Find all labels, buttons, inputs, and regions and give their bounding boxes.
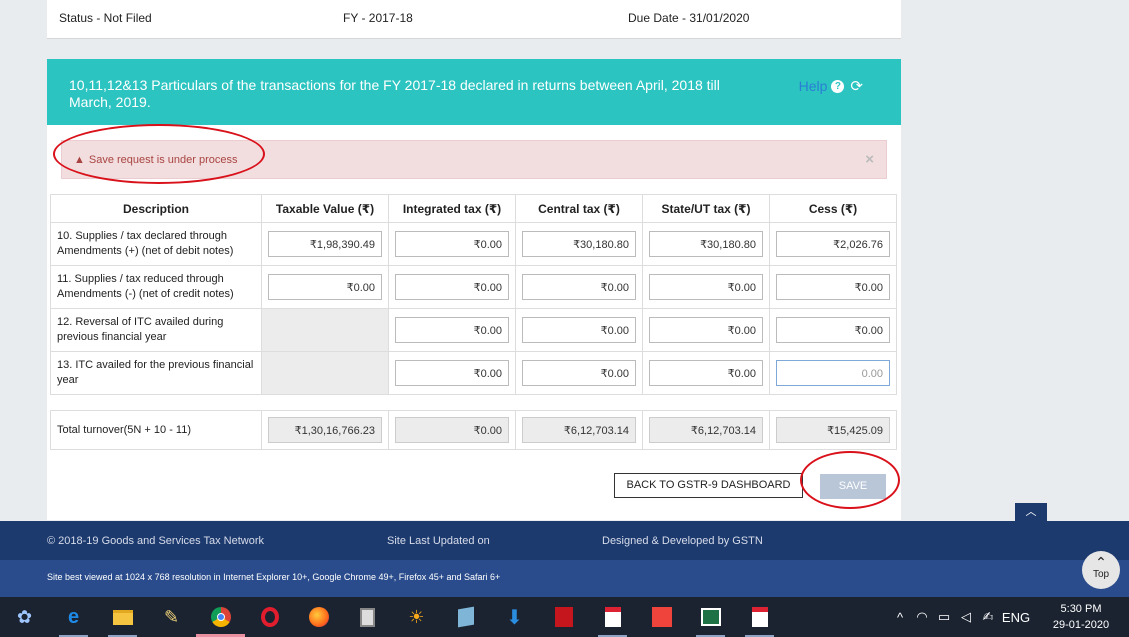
download-icon[interactable]: ⬇ [490, 597, 539, 637]
total-taxable-value: ₹1,30,16,766.23 [268, 417, 382, 443]
transactions-table: Description Taxable Value (₹) Integrated… [50, 194, 897, 395]
col-integrated-tax: Integrated tax (₹) [388, 194, 516, 223]
col-cess: Cess (₹) [769, 194, 897, 223]
pen-icon[interactable]: ✍ [977, 609, 999, 625]
col-state-tax: State/UT tax (₹) [642, 194, 770, 223]
col-taxable-value: Taxable Value (₹) [261, 194, 389, 223]
back-to-top-button[interactable]: ⌃ Top [1082, 551, 1120, 589]
transactions-panel: 10,11,12&13 Particulars of the transacti… [47, 59, 901, 520]
integrated-tax-input[interactable]: ₹0.00 [395, 274, 509, 300]
file-explorer-icon[interactable] [98, 597, 147, 637]
question-circle-icon[interactable]: ? [831, 79, 845, 93]
status-label: Status - Not Filed [59, 11, 152, 25]
taxable-value-input[interactable]: ₹1,98,390.49 [268, 231, 382, 257]
state-tax-input[interactable]: ₹0.00 [649, 317, 763, 343]
state-tax-input[interactable]: ₹0.00 [649, 360, 763, 386]
col-central-tax: Central tax (₹) [515, 194, 643, 223]
total-turnover-table: Total turnover(5N + 10 - 11) ₹1,30,16,76… [50, 410, 897, 450]
state-tax-input[interactable]: ₹30,180.80 [649, 231, 763, 257]
row-description: 13. ITC availed for the previous financi… [50, 351, 262, 395]
site-updated-text: Site Last Updated on [387, 535, 490, 547]
taxable-value-input[interactable]: ₹0.00 [268, 274, 382, 300]
paint-icon[interactable]: ✎ [147, 597, 196, 637]
top-label[interactable]: Top [1082, 570, 1120, 580]
table-row: 13. ITC availed for the previous financi… [50, 351, 897, 395]
central-tax-input[interactable]: ₹30,180.80 [522, 231, 636, 257]
calculator-icon[interactable] [343, 597, 392, 637]
chevron-up-icon[interactable]: ^ [889, 610, 911, 625]
integrated-tax-input[interactable]: ₹0.00 [395, 360, 509, 386]
total-cess: ₹15,425.09 [776, 417, 890, 443]
footer: © 2018-19 Goods and Services Tax Network… [0, 521, 1129, 560]
disabled-cell [261, 351, 389, 395]
app-sun-icon[interactable]: ☀ [392, 597, 441, 637]
total-state-tax: ₹6,12,703.14 [649, 417, 763, 443]
battery-icon[interactable]: ▭ [933, 609, 955, 625]
cess-input[interactable]: ₹0.00 [776, 274, 890, 300]
edge-icon[interactable]: e [49, 597, 98, 637]
save-button[interactable]: SAVE [820, 474, 886, 499]
designed-by-text: Designed & Developed by GSTN [602, 535, 763, 547]
return-status-bar: Status - Not Filed FY - 2017-18 Due Date… [47, 0, 901, 39]
total-integrated-tax: ₹0.00 [395, 417, 509, 443]
integrated-tax-input[interactable]: ₹0.00 [395, 231, 509, 257]
total-description: Total turnover(5N + 10 - 11) [50, 410, 262, 450]
volume-icon[interactable]: ◁ [955, 609, 977, 625]
central-tax-input[interactable]: ₹0.00 [522, 360, 636, 386]
cess-input[interactable]: 0.00 [776, 360, 890, 386]
table-row: 10. Supplies / tax declared through Amen… [50, 222, 897, 266]
row-description: 10. Supplies / tax declared through Amen… [50, 222, 262, 266]
system-tray: ^ ◠ ▭ ◁ ✍ ENG 5:30 PM 29-01-2020 [889, 597, 1129, 637]
col-description: Description [50, 194, 262, 223]
total-central-tax: ₹6,12,703.14 [522, 417, 636, 443]
wifi-icon[interactable]: ◠ [911, 609, 933, 625]
row-description: 11. Supplies / tax reduced through Amend… [50, 265, 262, 309]
document-app-icon[interactable] [588, 597, 637, 637]
due-date-label: Due Date - 31/01/2020 [628, 11, 750, 25]
total-row: Total turnover(5N + 10 - 11) ₹1,30,16,76… [50, 410, 897, 450]
browser-note-bar: Site best viewed at 1024 x 768 resolutio… [0, 560, 1129, 597]
firefox-icon[interactable] [294, 597, 343, 637]
cortana-icon[interactable]: ✿ [0, 597, 49, 637]
panel-title: 10,11,12&13 Particulars of the transacti… [69, 77, 720, 110]
save-progress-alert: ▲ Save request is under process × [61, 140, 887, 179]
alert-message: Save request is under process [88, 154, 238, 166]
state-tax-input[interactable]: ₹0.00 [649, 274, 763, 300]
cess-input[interactable]: ₹0.00 [776, 317, 890, 343]
table-row: 11. Supplies / tax reduced through Amend… [50, 265, 897, 309]
pdf-reader-icon[interactable] [539, 597, 588, 637]
disabled-cell [261, 308, 389, 352]
browser-note: Site best viewed at 1024 x 768 resolutio… [47, 572, 501, 582]
windows-taskbar: ✿ e ✎ ☀ ⬇ ^ ◠ ▭ ◁ ✍ ENG 5:30 PM 29-01-20… [0, 597, 1129, 637]
clock[interactable]: 5:30 PM 29-01-2020 [1033, 601, 1129, 633]
document-app-icon-2[interactable] [735, 597, 784, 637]
notes-app-icon[interactable] [441, 597, 490, 637]
anydesk-icon[interactable] [637, 597, 686, 637]
table-header-row: Description Taxable Value (₹) Integrated… [50, 194, 897, 223]
close-icon[interactable]: × [865, 151, 874, 168]
chrome-icon[interactable] [196, 597, 245, 637]
back-to-dashboard-button[interactable]: BACK TO GSTR-9 DASHBOARD [614, 473, 803, 498]
integrated-tax-input[interactable]: ₹0.00 [395, 317, 509, 343]
panel-header: 10,11,12&13 Particulars of the transacti… [47, 59, 901, 125]
row-description: 12. Reversal of ITC availed during previ… [50, 308, 262, 352]
scroll-top-button[interactable]: ︿ [1015, 503, 1047, 522]
clock-time[interactable]: 5:30 PM [1033, 601, 1129, 617]
clock-date[interactable]: 29-01-2020 [1033, 617, 1129, 633]
warning-triangle-icon: ▲ [74, 154, 85, 166]
chevron-up-icon[interactable]: ⌃ [1082, 555, 1120, 569]
fy-label: FY - 2017-18 [343, 11, 413, 25]
chevron-up-icon[interactable]: ︿ [1026, 506, 1037, 518]
central-tax-input[interactable]: ₹0.00 [522, 317, 636, 343]
table-row: 12. Reversal of ITC availed during previ… [50, 308, 897, 352]
help-link[interactable]: Help ? ⟳ [799, 77, 863, 95]
opera-icon[interactable] [245, 597, 294, 637]
cess-input[interactable]: ₹2,026.76 [776, 231, 890, 257]
refresh-icon[interactable]: ⟳ [850, 77, 863, 95]
help-label[interactable]: Help [799, 78, 828, 94]
excel-icon[interactable] [686, 597, 735, 637]
copyright-text: © 2018-19 Goods and Services Tax Network [47, 535, 265, 547]
central-tax-input[interactable]: ₹0.00 [522, 274, 636, 300]
language-indicator[interactable]: ENG [999, 610, 1033, 625]
